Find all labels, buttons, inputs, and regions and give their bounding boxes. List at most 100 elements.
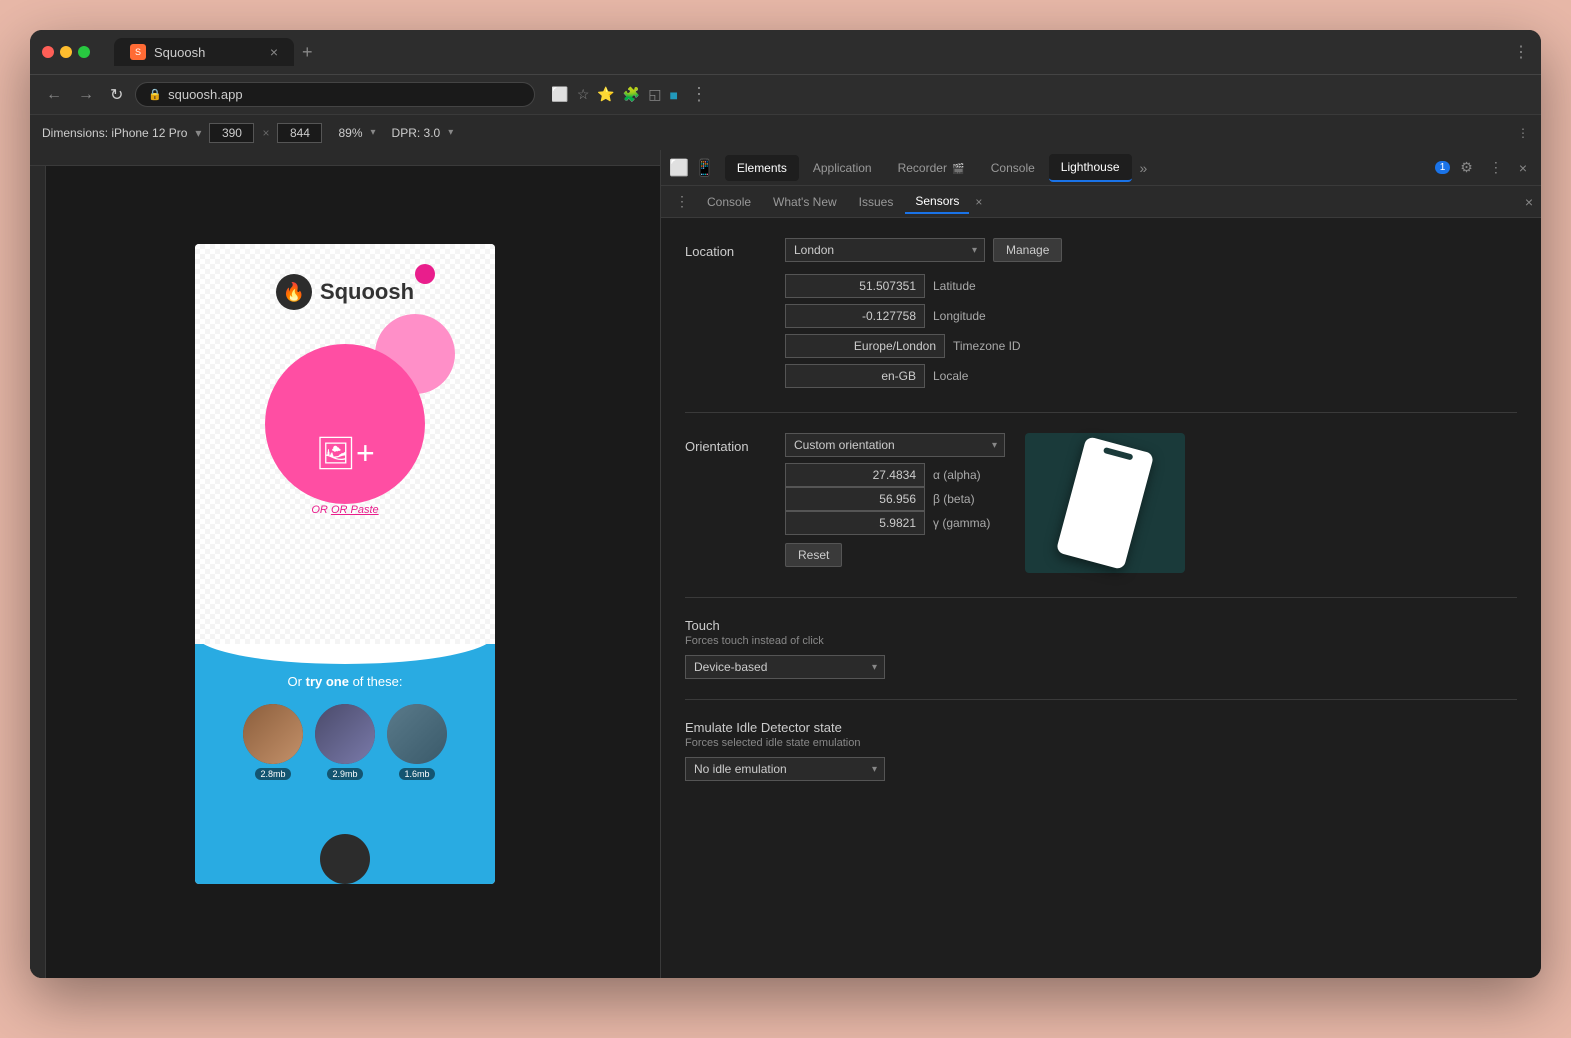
or-paste-text: OR OR Paste bbox=[311, 504, 378, 516]
url-text: squoosh.app bbox=[168, 87, 242, 102]
locale-input[interactable] bbox=[785, 364, 925, 388]
phone-frame: 🔥 Squoosh 🖼+ OR OR Paste Or try one bbox=[195, 244, 495, 884]
maximize-window-button[interactable] bbox=[78, 46, 90, 58]
reset-button[interactable]: Reset bbox=[785, 543, 842, 567]
panel-close-button[interactable]: × bbox=[1525, 194, 1533, 210]
longitude-row: Longitude bbox=[785, 304, 1517, 328]
star-icon: ⭐ bbox=[597, 86, 614, 103]
sample-1-size: 2.8mb bbox=[255, 768, 290, 780]
touch-section: Touch Forces touch instead of click Devi… bbox=[685, 618, 1517, 679]
device-toolbar: Dimensions: iPhone 12 Pro ▾ × 89% ▾ DPR:… bbox=[30, 114, 1541, 150]
sample-images-row: 2.8mb 2.9mb 1.6mb bbox=[195, 704, 495, 780]
browser-tab-squoosh[interactable]: S Squoosh × bbox=[114, 38, 294, 66]
tab-recorder[interactable]: Recorder 🎬 bbox=[886, 155, 977, 181]
section-divider-2 bbox=[685, 597, 1517, 598]
tab-application[interactable]: Application bbox=[801, 155, 884, 181]
tab-elements[interactable]: Elements bbox=[725, 155, 799, 181]
location-section: Location London ▾ Manage bbox=[685, 238, 1517, 388]
phone-notch bbox=[1103, 447, 1134, 461]
location-label: Location bbox=[685, 238, 765, 388]
recorder-icon: 🎬 bbox=[952, 164, 964, 175]
reload-button[interactable]: ↻ bbox=[106, 81, 127, 109]
sub-tab-sensors[interactable]: Sensors bbox=[905, 190, 969, 214]
address-bar: ← → ↻ 🔒 squoosh.app ⬜ ☆ ⭐ 🧩 ◱ ■ ⋮ bbox=[30, 74, 1541, 114]
alpha-input[interactable] bbox=[785, 463, 925, 487]
timezone-row: Timezone ID bbox=[785, 334, 1517, 358]
wave-decoration bbox=[195, 644, 495, 664]
zoom-select[interactable]: 89% bbox=[338, 126, 362, 140]
beta-label: β (beta) bbox=[933, 492, 975, 506]
sample-1-container: 2.8mb bbox=[243, 704, 303, 780]
width-input[interactable] bbox=[209, 123, 254, 143]
alpha-row: α (alpha) bbox=[785, 463, 1005, 487]
phone-visual bbox=[1056, 436, 1155, 570]
minimize-window-button[interactable] bbox=[60, 46, 72, 58]
paste-link[interactable]: OR Paste bbox=[331, 504, 379, 516]
manage-button[interactable]: Manage bbox=[993, 238, 1062, 262]
latitude-row: Latitude bbox=[785, 274, 1517, 298]
toolbar-more-button[interactable]: ⋮ bbox=[1517, 126, 1529, 140]
beta-row: β (beta) bbox=[785, 487, 1005, 511]
sub-tab-console[interactable]: Console bbox=[697, 191, 761, 213]
squoosh-brand-name: Squoosh bbox=[320, 279, 414, 305]
profile-icon: ■ bbox=[670, 87, 678, 103]
gamma-label: γ (gamma) bbox=[933, 516, 990, 530]
gamma-input[interactable] bbox=[785, 511, 925, 535]
height-input[interactable] bbox=[277, 123, 322, 143]
sample-image-2[interactable] bbox=[315, 704, 375, 764]
orientation-select[interactable]: Custom orientation bbox=[785, 433, 1005, 457]
touch-title: Touch bbox=[685, 618, 1517, 633]
longitude-label: Longitude bbox=[933, 309, 986, 323]
ruler-left bbox=[30, 166, 46, 978]
squoosh-logo: 🔥 Squoosh bbox=[276, 274, 414, 310]
alpha-label: α (alpha) bbox=[933, 468, 981, 482]
devtools-inspect-icon[interactable]: ⬜ bbox=[669, 158, 689, 178]
tab-favicon: S bbox=[130, 44, 146, 60]
sub-tab-issues[interactable]: Issues bbox=[849, 191, 904, 213]
sample-image-3[interactable] bbox=[387, 704, 447, 764]
locale-label: Locale bbox=[933, 369, 968, 383]
timezone-label: Timezone ID bbox=[953, 339, 1021, 353]
more-tabs-icon[interactable]: » bbox=[1134, 156, 1154, 180]
latitude-input[interactable] bbox=[785, 274, 925, 298]
tab-console[interactable]: Console bbox=[979, 155, 1047, 181]
back-button[interactable]: ← bbox=[42, 82, 66, 108]
orientation-dropdown-row: Custom orientation ▾ bbox=[785, 433, 1005, 457]
ruler-top bbox=[30, 150, 660, 166]
forward-button[interactable]: → bbox=[74, 82, 98, 108]
try-one-bold: try one bbox=[306, 674, 349, 689]
location-select[interactable]: London bbox=[785, 238, 985, 262]
orientation-phone-preview bbox=[1025, 433, 1185, 573]
upload-button[interactable]: 🖼+ bbox=[315, 434, 374, 472]
sample-2-container: 2.9mb bbox=[315, 704, 375, 780]
traffic-lights bbox=[42, 46, 90, 58]
tab-close-button[interactable]: × bbox=[270, 44, 278, 60]
chrome-more-button[interactable]: ⋮ bbox=[690, 84, 708, 105]
new-tab-button[interactable]: + bbox=[294, 38, 321, 67]
longitude-input[interactable] bbox=[785, 304, 925, 328]
orientation-left-fields: Custom orientation ▾ α (alpha) bbox=[785, 433, 1005, 567]
devtools-more-button[interactable]: ⋮ bbox=[1483, 155, 1509, 180]
close-window-button[interactable] bbox=[42, 46, 54, 58]
sub-tab-whats-new[interactable]: What's New bbox=[763, 191, 847, 213]
touch-select[interactable]: Device-based bbox=[685, 655, 885, 679]
dimensions-dropdown-icon[interactable]: ▾ bbox=[195, 126, 201, 140]
idle-select[interactable]: No idle emulation bbox=[685, 757, 885, 781]
tab-lighthouse[interactable]: Lighthouse bbox=[1049, 154, 1132, 182]
dpr-dropdown-icon[interactable]: ▾ bbox=[448, 127, 453, 138]
timezone-input[interactable] bbox=[785, 334, 945, 358]
touch-select-wrapper: Device-based ▾ bbox=[685, 655, 885, 679]
devtools-main-tabs: ⬜ 📱 Elements Application Recorder 🎬 Cons… bbox=[661, 150, 1541, 186]
devtools-device-icon[interactable]: 📱 bbox=[695, 158, 715, 178]
latitude-label: Latitude bbox=[933, 279, 976, 293]
beta-input[interactable] bbox=[785, 487, 925, 511]
sample-image-1[interactable] bbox=[243, 704, 303, 764]
devtools-close-button[interactable]: × bbox=[1513, 156, 1533, 180]
devtools-settings-button[interactable]: ⚙ bbox=[1454, 155, 1479, 180]
zoom-dropdown-icon[interactable]: ▾ bbox=[371, 127, 376, 138]
sub-tab-sensors-close[interactable]: × bbox=[971, 195, 986, 209]
section-divider-3 bbox=[685, 699, 1517, 700]
location-select-wrapper: London ▾ bbox=[785, 238, 985, 262]
url-bar[interactable]: 🔒 squoosh.app bbox=[135, 82, 535, 107]
bookmark-icon: ☆ bbox=[577, 86, 590, 103]
